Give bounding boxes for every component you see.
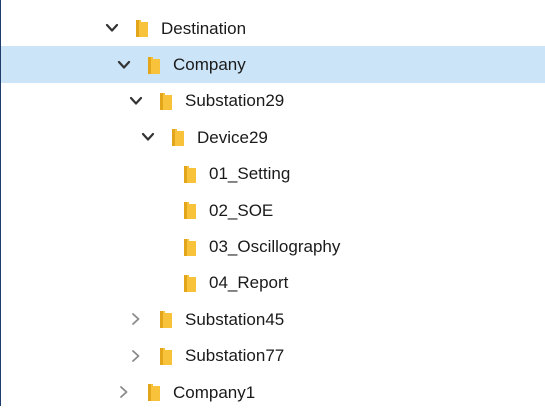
tree-item-label: Substation45 [185, 309, 285, 329]
tree-item-02-soe[interactable]: 02_SOE [1, 192, 545, 228]
chevron-down-icon[interactable] [129, 94, 143, 108]
chevron-down-icon[interactable] [105, 21, 119, 35]
chevron-down-icon[interactable] [117, 58, 131, 72]
tree-item-label: Substation77 [185, 346, 285, 366]
folder-icon [183, 200, 197, 220]
folder-icon [183, 164, 197, 184]
folder-tree-pane: Destination Company Substation29 Device2… [0, 0, 545, 406]
folder-icon [183, 273, 197, 293]
tree-item-04-report[interactable]: 04_Report [1, 265, 545, 301]
tree-item-label: 01_Setting [209, 164, 291, 184]
tree-item-label: Device29 [197, 127, 268, 147]
tree-item-substation45[interactable]: Substation45 [1, 301, 545, 337]
tree-item-device29[interactable]: Device29 [1, 119, 545, 155]
tree-item-company[interactable]: Company [1, 46, 545, 83]
folder-icon [159, 91, 173, 111]
chevron-right-icon[interactable] [129, 312, 143, 326]
tree-item-substation29[interactable]: Substation29 [1, 83, 545, 119]
folder-icon [159, 309, 173, 329]
tree-item-company1[interactable]: Company1 [1, 374, 545, 410]
tree-item-label: 04_Report [209, 273, 289, 293]
folder-icon [183, 237, 197, 257]
tree-item-label: 03_Oscillography [209, 237, 341, 257]
tree-item-label: Substation29 [185, 91, 285, 111]
tree-item-substation77[interactable]: Substation77 [1, 338, 545, 374]
folder-icon [135, 18, 149, 38]
tree-item-label: Destination [161, 18, 247, 38]
tree-item-label: Company1 [173, 382, 256, 402]
chevron-right-icon[interactable] [117, 385, 131, 399]
folder-icon [171, 127, 185, 147]
folder-tree: Destination Company Substation29 Device2… [1, 0, 545, 410]
folder-icon [159, 346, 173, 366]
tree-item-destination[interactable]: Destination [1, 10, 545, 46]
folder-icon [147, 382, 161, 402]
tree-item-label: Company [173, 55, 246, 75]
tree-item-03-oscillography[interactable]: 03_Oscillography [1, 228, 545, 264]
folder-icon [147, 55, 161, 75]
chevron-down-icon[interactable] [141, 130, 155, 144]
chevron-right-icon[interactable] [129, 349, 143, 363]
tree-item-01-setting[interactable]: 01_Setting [1, 156, 545, 192]
tree-item-label: 02_SOE [209, 200, 274, 220]
